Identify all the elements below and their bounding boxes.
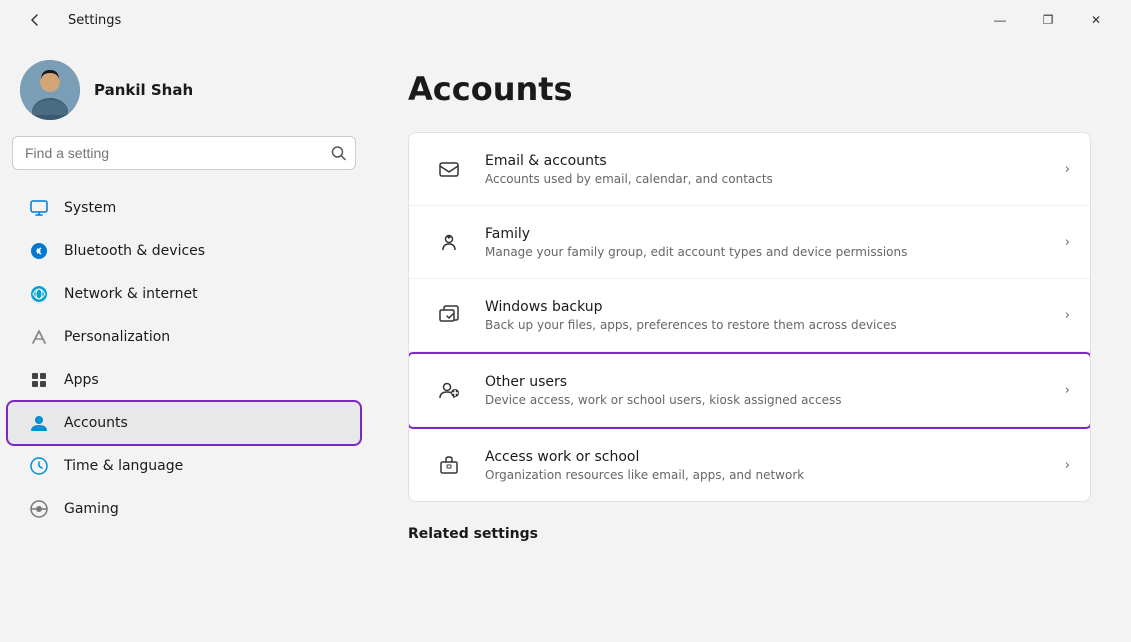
sidebar-item-label: Apps xyxy=(64,372,99,388)
app-body: Pankil Shah xyxy=(0,40,1131,642)
sidebar-item-network[interactable]: Network & internet xyxy=(8,273,360,315)
email-chevron-icon: › xyxy=(1065,162,1070,177)
work-school-label: Access work or school xyxy=(485,449,1065,465)
titlebar-title: Settings xyxy=(68,13,121,28)
back-button[interactable] xyxy=(12,4,58,36)
email-label: Email & accounts xyxy=(485,153,1065,169)
sidebar-item-label: System xyxy=(64,200,116,216)
user-name: Pankil Shah xyxy=(94,81,193,99)
family-icon xyxy=(429,222,469,262)
backup-text: Windows backup Back up your files, apps,… xyxy=(485,299,1065,332)
titlebar: Settings — ❐ ✕ xyxy=(0,0,1131,40)
work-school-text: Access work or school Organization resou… xyxy=(485,449,1065,482)
avatar xyxy=(20,60,80,120)
email-text: Email & accounts Accounts used by email,… xyxy=(485,153,1065,186)
gaming-icon xyxy=(28,498,50,520)
settings-item-email[interactable]: Email & accounts Accounts used by email,… xyxy=(409,133,1090,206)
email-icon xyxy=(429,149,469,189)
network-icon xyxy=(28,283,50,305)
family-label: Family xyxy=(485,226,1065,242)
sidebar-item-accounts[interactable]: Accounts xyxy=(8,402,360,444)
search-box xyxy=(12,136,356,170)
time-icon xyxy=(28,455,50,477)
related-settings-label: Related settings xyxy=(408,526,1091,542)
family-chevron-icon: › xyxy=(1065,235,1070,250)
other-users-text: Other users Device access, work or schoo… xyxy=(485,374,1065,407)
user-profile: Pankil Shah xyxy=(0,40,368,136)
sidebar-item-bluetooth[interactable]: Bluetooth & devices xyxy=(8,230,360,272)
search-input[interactable] xyxy=(12,136,356,170)
sidebar: Pankil Shah xyxy=(0,40,368,642)
other-users-chevron-icon: › xyxy=(1065,383,1070,398)
other-users-desc: Device access, work or school users, kio… xyxy=(485,393,1065,407)
page-title: Accounts xyxy=(408,70,1091,108)
minimize-button[interactable]: — xyxy=(977,4,1023,36)
settings-item-other-users[interactable]: Other users Device access, work or schoo… xyxy=(409,354,1090,427)
sidebar-item-personalization[interactable]: Personalization xyxy=(8,316,360,358)
backup-desc: Back up your files, apps, preferences to… xyxy=(485,318,1065,332)
close-button[interactable]: ✕ xyxy=(1073,4,1119,36)
accounts-icon xyxy=(28,412,50,434)
system-icon xyxy=(28,197,50,219)
main-content: Accounts Email & accounts Accounts used … xyxy=(368,40,1131,642)
settings-item-backup[interactable]: Windows backup Back up your files, apps,… xyxy=(409,279,1090,352)
apps-icon xyxy=(28,369,50,391)
sidebar-item-label: Accounts xyxy=(64,415,128,431)
other-users-icon xyxy=(429,370,469,410)
sidebar-item-apps[interactable]: Apps xyxy=(8,359,360,401)
nav-menu: System Bluetooth & devices xyxy=(0,186,368,531)
sidebar-item-time[interactable]: Time & language xyxy=(8,445,360,487)
sidebar-item-label: Gaming xyxy=(64,501,119,517)
sidebar-item-label: Personalization xyxy=(64,329,170,345)
backup-label: Windows backup xyxy=(485,299,1065,315)
backup-icon xyxy=(429,295,469,335)
backup-chevron-icon: › xyxy=(1065,308,1070,323)
settings-list: Email & accounts Accounts used by email,… xyxy=(408,132,1091,502)
sidebar-item-label: Time & language xyxy=(64,458,183,474)
family-desc: Manage your family group, edit account t… xyxy=(485,245,1065,259)
bluetooth-icon xyxy=(28,240,50,262)
sidebar-item-gaming[interactable]: Gaming xyxy=(8,488,360,530)
work-school-desc: Organization resources like email, apps,… xyxy=(485,468,1065,482)
settings-item-family[interactable]: Family Manage your family group, edit ac… xyxy=(409,206,1090,279)
family-text: Family Manage your family group, edit ac… xyxy=(485,226,1065,259)
sidebar-item-system[interactable]: System xyxy=(8,187,360,229)
search-icon xyxy=(331,146,346,161)
email-desc: Accounts used by email, calendar, and co… xyxy=(485,172,1065,186)
window-controls: — ❐ ✕ xyxy=(977,4,1119,36)
work-school-icon xyxy=(429,445,469,485)
personalization-icon xyxy=(28,326,50,348)
maximize-button[interactable]: ❐ xyxy=(1025,4,1071,36)
work-school-chevron-icon: › xyxy=(1065,458,1070,473)
sidebar-item-label: Network & internet xyxy=(64,286,198,302)
settings-item-work-school[interactable]: Access work or school Organization resou… xyxy=(409,429,1090,501)
other-users-label: Other users xyxy=(485,374,1065,390)
sidebar-item-label: Bluetooth & devices xyxy=(64,243,205,259)
